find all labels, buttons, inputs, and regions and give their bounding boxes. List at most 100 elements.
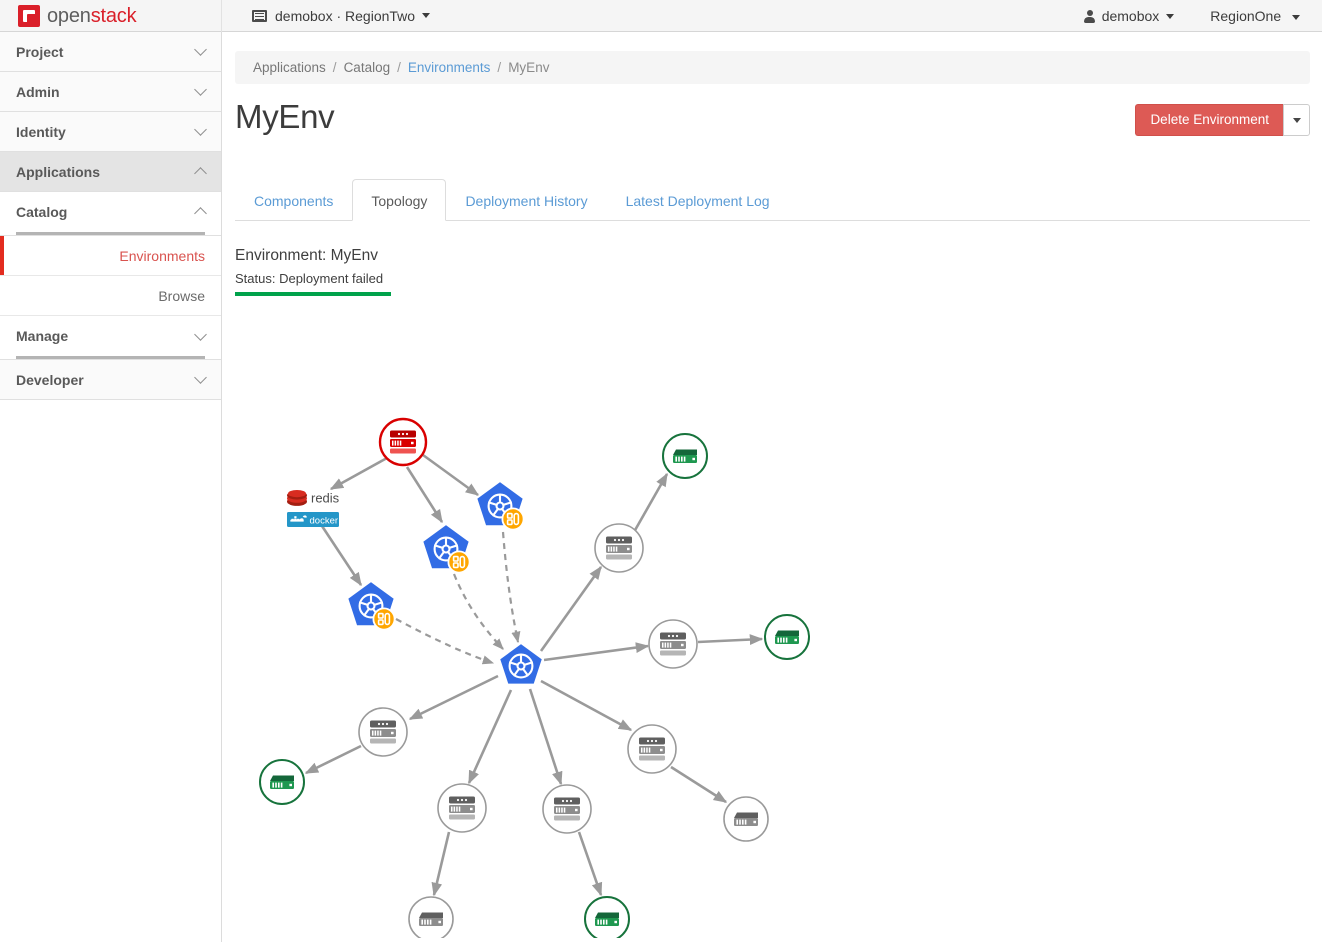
tab-latest-deployment-log[interactable]: Latest Deployment Log	[607, 179, 789, 221]
openstack-logo[interactable]: openstack	[0, 0, 222, 32]
topology-node-k8s-pod-c[interactable]	[347, 581, 395, 630]
edge-hub-srv-e	[544, 646, 648, 660]
tab-bar: Components Topology Deployment History L…	[235, 178, 1310, 221]
sidebar-item-browse[interactable]: Browse	[0, 276, 221, 316]
topology-node-vm-w[interactable]	[260, 760, 304, 804]
breadcrumb: Applications / Catalog / Environments / …	[235, 51, 1310, 84]
sidebar-item-identity[interactable]: Identity	[0, 112, 221, 152]
breadcrumb-item-applications: Applications	[253, 60, 326, 75]
sidebar-item-project-label: Project	[16, 44, 196, 60]
topology-node-redis[interactable]: redis docker	[287, 490, 340, 527]
topology-node-vm-ne[interactable]	[663, 434, 707, 478]
chevron-down-icon	[422, 13, 430, 18]
edge-hub-srv-s2	[530, 689, 561, 784]
navbar-right: demobox RegionOne	[1084, 0, 1322, 32]
edge-srv-s2-vm-s2	[579, 832, 601, 895]
server-icon	[639, 738, 665, 761]
edge-srv-ne-vm-ne	[634, 474, 667, 532]
sidebar-item-manage-label: Manage	[16, 328, 196, 344]
openstack-wordmark: openstack	[47, 6, 136, 26]
topology-node-server-s2[interactable]	[543, 785, 591, 833]
delete-environment-group: Delete Environment	[1135, 104, 1310, 136]
sidebar-item-developer[interactable]: Developer	[0, 360, 221, 400]
delete-environment-button[interactable]: Delete Environment	[1135, 104, 1283, 136]
topology-node-vm-s1[interactable]	[409, 897, 453, 938]
breadcrumb-separator: /	[333, 60, 337, 75]
sidebar-item-environments[interactable]: Environments	[0, 236, 221, 276]
tab-components[interactable]: Components	[235, 179, 352, 221]
topology-node-root-server[interactable]	[380, 419, 426, 465]
breadcrumb-item-catalog: Catalog	[344, 60, 391, 75]
server-icon	[554, 798, 580, 821]
edge-hub-srv-se	[541, 681, 631, 730]
user-menu-label: demobox	[1102, 8, 1160, 24]
chevron-down-icon	[1292, 15, 1300, 20]
topology-node-server-se[interactable]	[628, 725, 676, 773]
edge-srv-s1-vm-s1	[434, 832, 449, 895]
redis-label: redis	[311, 491, 340, 506]
redis-icon	[287, 490, 307, 506]
topology-node-k8s-pod-b[interactable]	[422, 524, 470, 573]
project-context-selector[interactable]: demobox · RegionTwo	[252, 8, 430, 24]
topology-nodes: redis docker	[260, 419, 809, 938]
sidebar-item-catalog[interactable]: Catalog	[0, 192, 221, 232]
openstack-logo-icon	[18, 5, 40, 27]
sidebar-item-manage[interactable]: Manage	[0, 316, 221, 356]
instance-icon	[419, 913, 443, 927]
chevron-up-icon	[194, 167, 207, 180]
topology-graph[interactable]: redis docker	[235, 343, 1310, 938]
edge-pod-b-hub	[454, 574, 503, 649]
main-content: Applications / Catalog / Environments / …	[223, 33, 1322, 942]
topology-node-server-ne[interactable]	[595, 524, 643, 572]
topology-node-k8s-pod-a[interactable]	[476, 481, 524, 530]
sidebar-item-project[interactable]: Project	[0, 32, 221, 72]
breadcrumb-item-environments[interactable]: Environments	[408, 60, 491, 75]
region-menu[interactable]: RegionOne	[1210, 8, 1300, 24]
instance-icon	[734, 813, 758, 827]
status-badge: Status: Deployment failed	[235, 271, 555, 292]
tab-deployment-history[interactable]: Deployment History	[446, 179, 606, 221]
project-icon	[252, 10, 267, 22]
edge-root-pod-a	[423, 455, 478, 495]
edge-srv-se-vm-se	[671, 767, 726, 802]
edge-pod-a-hub	[503, 532, 518, 642]
edge-hub-srv-w	[410, 676, 498, 719]
chevron-down-icon	[194, 83, 207, 96]
sidebar-item-applications[interactable]: Applications	[0, 152, 221, 192]
instance-icon	[673, 450, 697, 464]
topology-node-server-s1[interactable]	[438, 784, 486, 832]
chevron-down-icon	[1166, 14, 1174, 19]
topology-node-k8s-cluster[interactable]	[499, 643, 543, 685]
page-header: MyEnv Delete Environment	[235, 98, 1310, 152]
topology-node-vm-se[interactable]	[724, 797, 768, 841]
catalog-divider	[16, 232, 205, 235]
project-context-label: demobox · RegionTwo	[275, 8, 415, 24]
breadcrumb-item-myenv: MyEnv	[508, 60, 549, 75]
pod-badge-icon	[502, 508, 523, 529]
environment-status-block: Environment: MyEnv Status: Deployment fa…	[235, 247, 555, 296]
sidebar-item-applications-label: Applications	[16, 164, 196, 180]
chevron-up-icon	[194, 207, 207, 220]
delete-environment-dropdown-toggle[interactable]	[1283, 104, 1310, 136]
tab-topology[interactable]: Topology	[352, 179, 446, 221]
manage-divider	[16, 356, 205, 359]
docker-label: docker	[310, 516, 339, 527]
topology-svg: redis docker	[235, 343, 1310, 938]
user-menu[interactable]: demobox	[1084, 8, 1175, 24]
sidebar-item-browse-label: Browse	[158, 288, 205, 304]
chevron-down-icon	[194, 371, 207, 384]
instance-icon	[775, 631, 799, 645]
topology-node-vm-s2[interactable]	[585, 897, 629, 938]
sidebar-item-admin-label: Admin	[16, 84, 196, 100]
server-icon	[390, 431, 416, 454]
edge-redis-pod-c	[320, 523, 361, 585]
topology-node-server-w[interactable]	[359, 708, 407, 756]
edge-hub-srv-ne	[541, 567, 601, 651]
edge-pod-c-hub	[396, 619, 493, 663]
logo-word-stack: stack	[91, 5, 137, 27]
page-title: MyEnv	[235, 98, 1135, 136]
chevron-down-icon	[194, 123, 207, 136]
sidebar-item-admin[interactable]: Admin	[0, 72, 221, 112]
topology-node-server-e[interactable]	[649, 620, 697, 668]
topology-node-vm-e[interactable]	[765, 615, 809, 659]
